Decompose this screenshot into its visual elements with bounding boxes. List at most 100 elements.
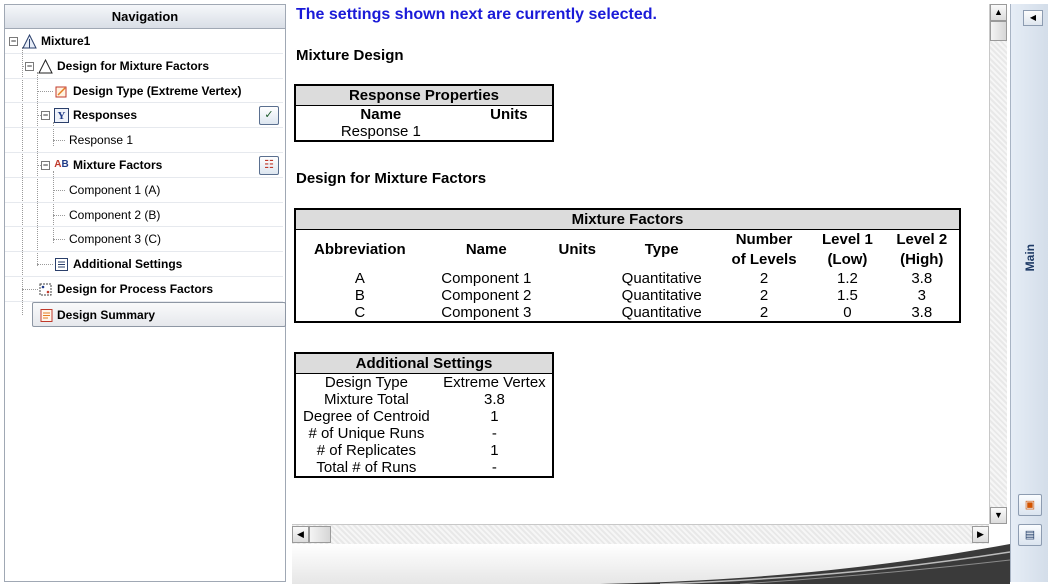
scroll-left-button[interactable]: ◀ — [292, 526, 309, 543]
table-row: A Component 1 Quantitative 2 1.2 3.8 — [295, 270, 960, 287]
table-row: Response 1 — [295, 123, 553, 141]
dock-panel-icon[interactable]: ▤ — [1018, 524, 1042, 546]
tree-node-component-1[interactable]: Component 1 (A) — [5, 178, 283, 203]
setting-value: 1 — [490, 407, 499, 425]
dock-ribbon-icon[interactable]: ▣ — [1018, 494, 1042, 516]
table-row: Design Type Extreme Vertex — [295, 373, 553, 391]
decorative-swoosh — [600, 544, 1010, 584]
collapse-toggle[interactable]: − — [41, 161, 50, 170]
mixture-design-heading: Mixture Design — [296, 47, 404, 64]
tree-node-label: Design for Process Factors — [57, 282, 214, 296]
collapse-toggle[interactable]: − — [9, 37, 18, 46]
scroll-down-button[interactable]: ▼ — [990, 507, 1007, 524]
mixture-triangle-icon — [22, 33, 37, 49]
collapse-toggle[interactable]: − — [41, 111, 50, 121]
collapse-toggle[interactable]: − — [25, 61, 34, 71]
tree-node-label: Component 1 (A) — [69, 182, 161, 197]
tree-line — [53, 214, 65, 216]
report-view[interactable]: The settings shown next are currently se… — [292, 4, 989, 524]
scroll-right-button[interactable]: ▶ — [972, 526, 989, 543]
table-cell: 0 — [843, 303, 852, 321]
vertical-scrollbar[interactable]: ▲ ▼ — [989, 4, 1007, 524]
table-row: Total # of Runs - — [295, 459, 553, 477]
horizontal-scroll-thumb[interactable] — [309, 526, 331, 543]
tree-line — [22, 289, 38, 290]
tree-node-responses[interactable]: − Y Responses ✓ — [5, 103, 283, 129]
column-header: Units — [558, 240, 596, 258]
column-header-number-of-levels: Number of Levels — [718, 229, 811, 270]
table-cell: 2 — [759, 303, 769, 321]
setting-name: Design Type — [324, 373, 408, 391]
tree-node-design-summary[interactable]: Design Summary — [32, 301, 286, 327]
table-cell: 2 — [759, 286, 769, 304]
table-cell: 3.8 — [911, 303, 933, 321]
table-cell: Quantitative — [621, 286, 702, 304]
table-row: # of Replicates 1 — [295, 442, 553, 459]
header-line: of Levels — [731, 250, 797, 268]
header-line: (High) — [900, 250, 944, 268]
settings-list-icon — [54, 257, 69, 272]
tree-node-design-mixture-factors[interactable]: − Design for Mixture Factors — [5, 54, 283, 79]
setting-value: Extreme Vertex — [443, 373, 546, 391]
table-cell: 1.2 — [837, 269, 858, 287]
navigation-title: Navigation — [5, 5, 285, 29]
tree-node-label: Design Type (Extreme Vertex) — [73, 83, 242, 98]
table-row: # of Unique Runs - — [295, 425, 553, 442]
column-header-level-2: Level 2 (High) — [885, 229, 961, 270]
selected-settings-notice: The settings shown next are currently se… — [296, 6, 657, 23]
table-cell: A — [354, 269, 365, 287]
column-header: Abbreviation — [313, 240, 406, 258]
table-row: Degree of Centroid 1 — [295, 408, 553, 425]
tree-line — [37, 264, 53, 266]
tree-node-label: Mixture Factors — [73, 158, 163, 172]
column-header-level-1: Level 1 (Low) — [810, 229, 884, 270]
tree-node-design-type[interactable]: Design Type (Extreme Vertex) — [5, 79, 283, 104]
tree-node-design-process-factors[interactable]: Design for Process Factors — [5, 277, 283, 302]
tree-node-component-3[interactable]: Component 3 (C) — [5, 227, 283, 253]
design-type-icon — [54, 84, 69, 99]
setting-value: - — [491, 424, 497, 442]
column-header: Units — [490, 105, 528, 123]
setting-name: Degree of Centroid — [303, 407, 430, 425]
tree-node-label: Mixture1 — [41, 34, 91, 48]
tree-node-label: Design for Mixture Factors — [57, 58, 210, 73]
setting-name: Total # of Runs — [316, 458, 417, 476]
edit-responses-button[interactable]: ✓ — [259, 106, 279, 126]
right-dock: ◀ Main ▣ ▤ — [1010, 4, 1048, 582]
setting-name: Mixture Total — [324, 390, 409, 408]
tree-line — [53, 239, 65, 241]
horizontal-scrollbar[interactable]: ◀ ▶ — [292, 524, 989, 544]
column-header: Name — [360, 105, 402, 123]
dock-collapse-button[interactable]: ◀ — [1023, 10, 1043, 26]
setting-name: # of Replicates — [316, 441, 417, 459]
table-cell: 3 — [917, 286, 926, 304]
mixture-factors-table: Mixture Factors Abbreviation Name Units … — [294, 208, 961, 323]
table-cell: Component 3 — [441, 303, 532, 321]
table-cell: Component 1 — [441, 269, 532, 287]
tree-node-label: Responses — [73, 108, 138, 123]
column-header: Name — [465, 240, 507, 258]
table-cell: Quantitative — [621, 303, 702, 321]
factors-ab-icon: AB — [54, 159, 69, 170]
table-cell: Component 2 — [441, 286, 532, 304]
table-cell: Quantitative — [621, 269, 702, 287]
tree-node-additional-settings[interactable]: Additional Settings — [5, 252, 283, 277]
edit-factors-button[interactable]: ☷ — [259, 156, 279, 175]
scroll-up-button[interactable]: ▲ — [990, 4, 1007, 21]
tree-node-mixture1[interactable]: − Mixture1 — [5, 29, 283, 54]
additional-settings-table: Additional Settings Design Type Extreme V… — [294, 352, 554, 478]
vertical-scroll-thumb[interactable] — [990, 21, 1007, 41]
column-header: Type — [644, 240, 679, 258]
tree-node-mixture-factors[interactable]: − AB Mixture Factors ☷ — [5, 153, 283, 178]
header-line: Level 1 — [821, 230, 873, 248]
dock-tab-main[interactable]: Main — [1023, 244, 1037, 271]
table-cell: 3.8 — [911, 269, 933, 287]
setting-value: 1 — [490, 441, 499, 459]
tree-node-response-1[interactable]: Response 1 — [5, 128, 283, 153]
table-row: Mixture Total 3.8 — [295, 391, 553, 408]
table-caption: Response Properties — [295, 85, 553, 106]
tree-node-component-2[interactable]: Component 2 (B) — [5, 203, 283, 228]
summary-report-icon — [39, 308, 54, 323]
table-cell: Response 1 — [340, 122, 421, 140]
tree-node-label: Component 2 (B) — [69, 207, 161, 222]
